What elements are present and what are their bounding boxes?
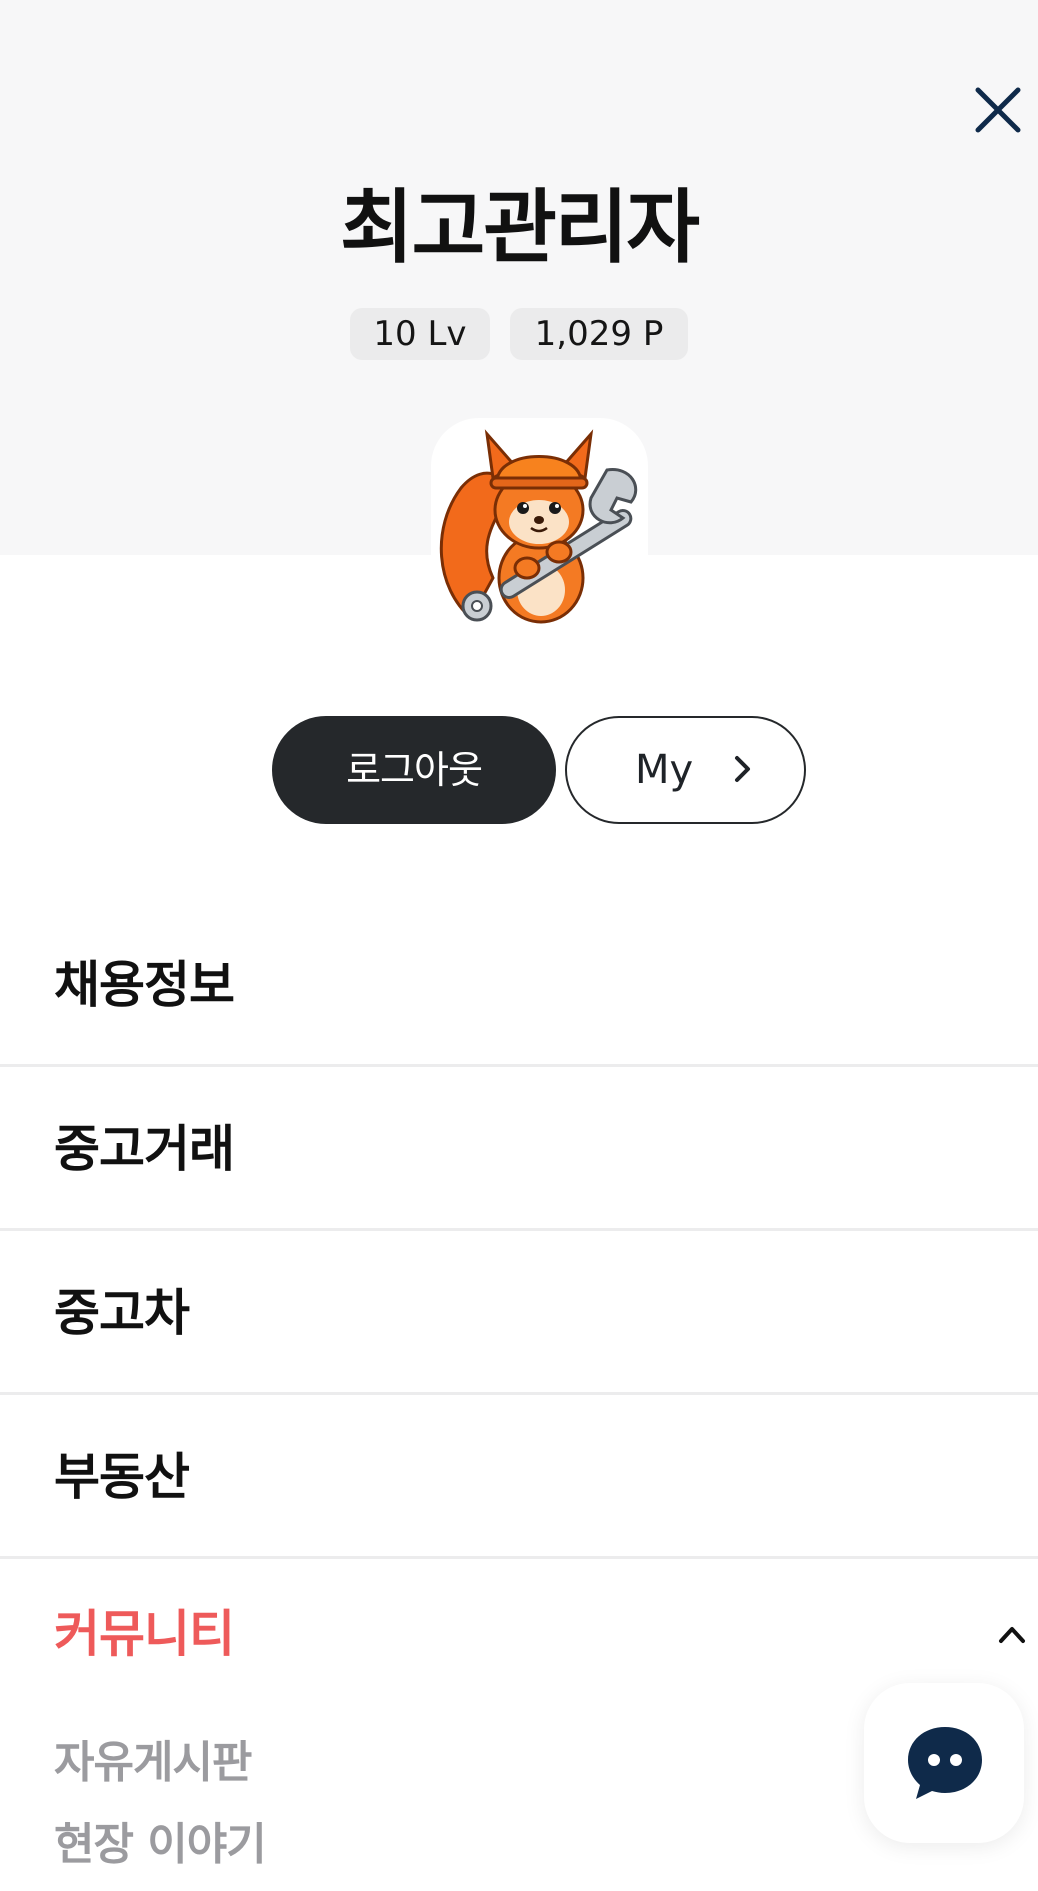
- level-badge: 10 Lv: [350, 308, 490, 360]
- menu-item-label: 커뮤니티: [54, 1605, 235, 1663]
- menu-item-label: 중고거래: [54, 1120, 235, 1178]
- avatar[interactable]: [431, 418, 648, 635]
- close-button[interactable]: [972, 84, 1024, 136]
- chevron-right-icon: [735, 756, 750, 782]
- my-page-label: My: [635, 747, 694, 793]
- menu-item-used-cars[interactable]: 중고차: [0, 1231, 1038, 1395]
- menu-item-jobs[interactable]: 채용정보: [0, 903, 1038, 1067]
- menu-item-real-estate[interactable]: 부동산: [0, 1395, 1038, 1559]
- account-actions: 로그아웃 My: [0, 716, 1038, 826]
- squirrel-mascot-image: [439, 429, 638, 624]
- community-submenu: 자유게시판 현장 이야기: [54, 1722, 267, 1886]
- points-badge: 1,029 P: [510, 308, 688, 360]
- menu-item-community[interactable]: 커뮤니티: [0, 1559, 1038, 1709]
- username-title: 최고관리자: [340, 181, 700, 274]
- my-page-button[interactable]: My: [565, 716, 806, 824]
- main-menu: 채용정보 중고거래 중고차 부동산 커뮤니티: [0, 903, 1038, 1709]
- chat-button[interactable]: [864, 1683, 1024, 1843]
- menu-item-label: 중고차: [54, 1284, 190, 1342]
- logout-button[interactable]: 로그아웃: [272, 716, 556, 824]
- submenu-item-free-board[interactable]: 자유게시판: [54, 1722, 266, 1804]
- chevron-up-icon[interactable]: [996, 1621, 1028, 1647]
- submenu-item-site-stories[interactable]: 현장 이야기: [54, 1804, 267, 1886]
- menu-item-label: 부동산: [54, 1448, 190, 1506]
- profile-badges: 10 Lv 1,029 P: [0, 308, 1038, 360]
- menu-item-label: 채용정보: [54, 956, 235, 1014]
- menu-item-used-trade[interactable]: 중고거래: [0, 1067, 1038, 1231]
- close-icon: [975, 87, 1021, 133]
- chat-bubble-icon: [908, 1727, 982, 1799]
